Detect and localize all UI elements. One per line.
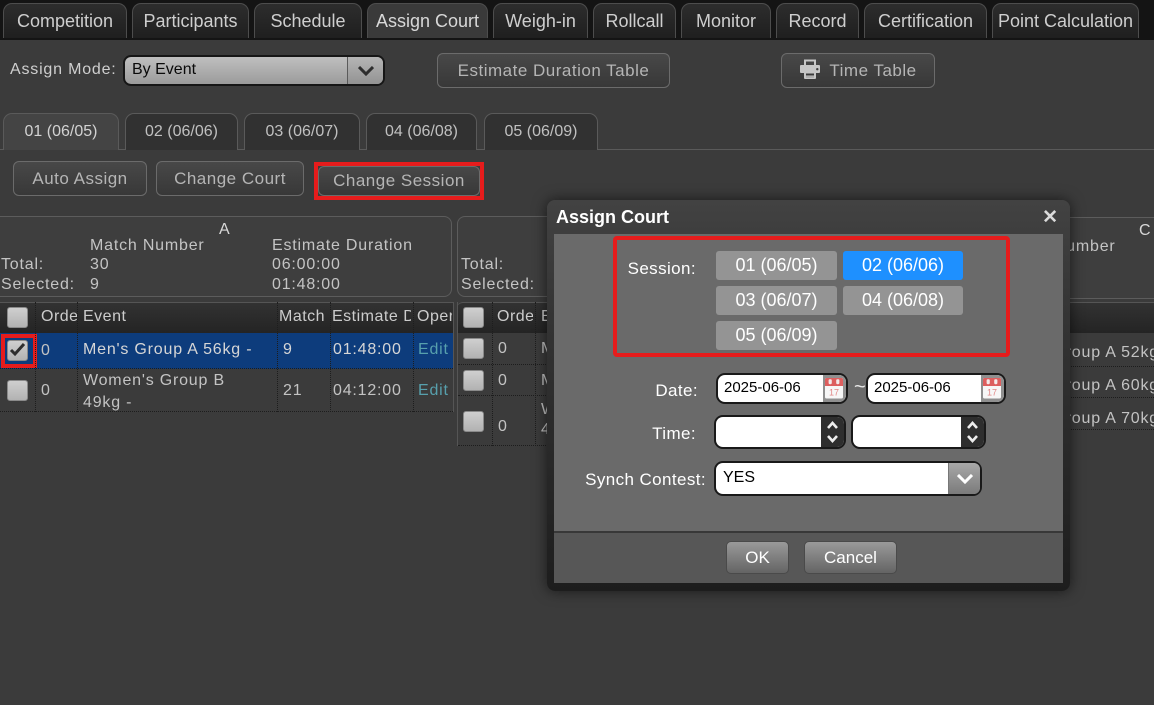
svg-text:17: 17 xyxy=(987,388,997,398)
svg-text:17: 17 xyxy=(829,388,839,398)
